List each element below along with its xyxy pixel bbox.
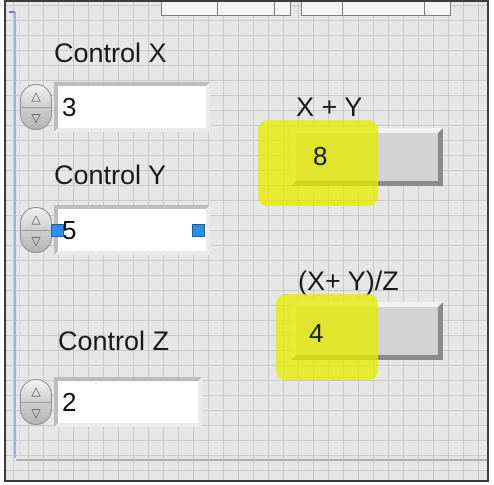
decrement-arrow-icon[interactable]: ▽	[21, 402, 51, 424]
decrement-arrow-icon[interactable]: ▽	[21, 230, 51, 252]
control-z-label: Control Z	[58, 326, 170, 356]
control-x-spinner[interactable]: △ ▽	[20, 84, 52, 130]
decrement-arrow-icon[interactable]: ▽	[21, 107, 51, 129]
ratio-highlight	[276, 294, 378, 380]
control-z[interactable]: △ ▽ 2	[20, 377, 210, 429]
panel-left-tick	[9, 11, 15, 13]
control-y-input[interactable]: 5	[54, 205, 210, 255]
control-z-input[interactable]: 2	[54, 377, 202, 427]
ratio-indicator-value-overlay: 4	[309, 318, 324, 348]
increment-arrow-icon[interactable]: △	[21, 380, 51, 403]
control-y-label: Control Y	[54, 160, 167, 190]
sum-indicator-label: X + Y	[296, 92, 363, 122]
increment-arrow-icon[interactable]: △	[21, 85, 51, 108]
control-y[interactable]: △ ▽ 5	[20, 205, 210, 257]
control-x-input[interactable]: 3	[54, 82, 210, 132]
control-x-label: Control X	[54, 38, 167, 68]
panel-left-rule	[14, 12, 16, 458]
control-x[interactable]: △ ▽ 3	[20, 82, 210, 134]
control-y-spinner[interactable]: △ ▽	[20, 207, 52, 253]
front-panel: Control X △ ▽ 3 Control Y △ ▽ 5 Control …	[4, 0, 489, 482]
sum-indicator-value-overlay: 8	[313, 141, 328, 171]
panel-top-bar-right	[301, 2, 451, 16]
ratio-indicator-label: (X+ Y)/Z	[298, 266, 399, 296]
panel-bottom-rule	[16, 459, 487, 461]
panel-top-bar-left	[161, 2, 291, 16]
selection-handle-left[interactable]	[51, 224, 64, 237]
selection-handle-right[interactable]	[192, 224, 205, 237]
increment-arrow-icon[interactable]: △	[21, 208, 51, 231]
control-z-spinner[interactable]: △ ▽	[20, 379, 52, 425]
